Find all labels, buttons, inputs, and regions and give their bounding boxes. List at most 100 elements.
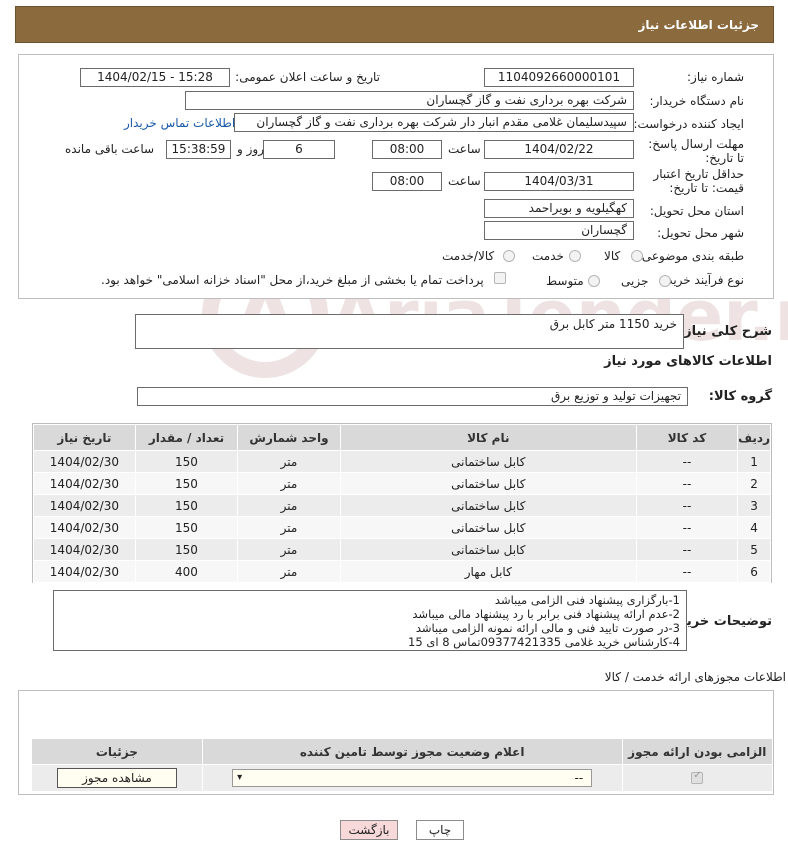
col-name: نام کالا [339, 424, 637, 451]
price-time-field: 08:00 [372, 172, 442, 191]
process-option-minor: جزیی [621, 274, 649, 288]
deadline-label: مهلت ارسال پاسخ: تا تاریخ: [648, 137, 744, 165]
table-row: 4 -- کابل ساختمانی متر 150 1404/02/30 [33, 516, 771, 539]
required-cell: ✓ [621, 764, 774, 792]
category-option-service: خدمت [532, 249, 564, 263]
cell-name: کابل ساختمانی [339, 494, 637, 517]
cell-date: 1404/02/30 [33, 560, 136, 583]
buyer-contact-link[interactable]: اطلاعات تماس خریدار [124, 116, 235, 130]
goods-group-field: تجهیزات تولید و توزیع برق [137, 387, 688, 406]
table-row: 3 -- کابل ساختمانی متر 150 1404/02/30 [33, 494, 771, 517]
category-radio-goods-service[interactable] [503, 250, 515, 262]
cell-qty: 150 [134, 450, 239, 473]
category-option-goods: کالا [604, 249, 621, 263]
goods-section-title: اطلاعات کالاهای مورد نیاز [604, 354, 772, 369]
need-number-field: 1104092660000101 [484, 68, 634, 87]
notes-field: 1-بارگزاری پیشنهاد فنی الزامی میباشد 2-ع… [53, 590, 687, 651]
cell-row: 1 [737, 450, 771, 473]
province-label: استان محل تحویل: [649, 204, 744, 218]
col-required: الزامی بودن ارائه مجوز [621, 738, 774, 765]
permit-status-value: -- [574, 771, 584, 785]
need-number-label: شماره نیاز: [687, 70, 744, 84]
process-label: نوع فرآیند خرید : [659, 273, 744, 287]
creator-field: سپیدسلیمان غلامی مقدم انبار دار شرکت بهر… [234, 113, 634, 132]
permits-table-header: الزامی بودن ارائه مجوز اعلام وضعیت مجوز … [31, 738, 774, 765]
cell-name: کابل مهار [339, 560, 637, 583]
treasury-checkbox[interactable] [494, 272, 506, 284]
table-row: 1 -- کابل ساختمانی متر 150 1404/02/30 [33, 450, 771, 473]
cell-code: -- [635, 472, 739, 495]
table-row: 6 -- کابل مهار متر 400 1404/02/30 [33, 560, 771, 583]
table-row: ✓ -- ▾ مشاهده مجوز [31, 764, 774, 792]
deadline-date-field: 1404/02/22 [484, 140, 634, 159]
category-option-goods-service: کالا/خدمت [442, 249, 495, 263]
print-button[interactable]: چاپ [416, 820, 464, 840]
cell-row: 6 [737, 560, 771, 583]
category-label: طبقه بندی موضوعی: [637, 249, 744, 263]
checkmark-icon: ✓ [693, 770, 702, 781]
cell-date: 1404/02/30 [33, 494, 136, 517]
permits-table: الزامی بودن ارائه مجوز اعلام وضعیت مجوز … [31, 738, 774, 792]
category-radio-service[interactable] [569, 250, 581, 262]
creator-label: ایجاد کننده درخواست: [633, 117, 744, 131]
city-label: شهر محل تحویل: [657, 226, 744, 240]
announce-label: تاریخ و ساعت اعلان عمومی: [235, 70, 380, 84]
cell-date: 1404/02/30 [33, 450, 136, 473]
page-header: جزئیات اطلاعات نیاز [15, 6, 774, 43]
details-cell: مشاهده مجوز [31, 764, 203, 792]
cell-unit: متر [237, 516, 341, 539]
col-status: اعلام وضعیت مجوز توسط تامین کننده [201, 738, 623, 765]
deadline-time-label: ساعت [448, 142, 481, 156]
category-radio-goods[interactable] [631, 250, 643, 262]
city-field: گچساران [484, 221, 634, 240]
cell-name: کابل ساختمانی [339, 472, 637, 495]
cell-unit: متر [237, 450, 341, 473]
goods-table: ردیف کد کالا نام کالا واحد شمارش تعداد /… [33, 424, 771, 583]
cell-date: 1404/02/30 [33, 472, 136, 495]
cell-qty: 150 [134, 538, 239, 561]
table-row: 5 -- کابل ساختمانی متر 150 1404/02/30 [33, 538, 771, 561]
process-radio-minor[interactable] [659, 275, 671, 287]
remaining-label: ساعت باقی مانده [65, 142, 155, 156]
cell-code: -- [635, 516, 739, 539]
cell-date: 1404/02/30 [33, 516, 136, 539]
cell-qty: 150 [134, 494, 239, 517]
cell-qty: 150 [134, 472, 239, 495]
process-radio-medium[interactable] [588, 275, 600, 287]
col-row: ردیف [737, 424, 771, 451]
cell-code: -- [635, 560, 739, 583]
goods-group-label: گروه کالا: [708, 389, 772, 404]
goods-table-wrap: ردیف کد کالا نام کالا واحد شمارش تعداد /… [32, 423, 772, 583]
cell-qty: 150 [134, 516, 239, 539]
cell-name: کابل ساختمانی [339, 538, 637, 561]
cell-row: 2 [737, 472, 771, 495]
view-permit-button[interactable]: مشاهده مجوز [56, 768, 177, 788]
days-label: روز و [237, 142, 264, 156]
price-validity-label: حداقل تاریخ اعتبار قیمت: تا تاریخ: [653, 167, 744, 195]
summary-field: خرید 1150 متر کابل برق [135, 314, 684, 349]
col-qty: تعداد / مقدار [134, 424, 239, 451]
process-option-medium: متوسط [546, 274, 584, 288]
note-line: 4-کارشناس خرید غلامی 09377421335تماس 8 ا… [408, 635, 680, 649]
note-line: 2-عدم ارائه پیشنهاد فنی برابر با رد پیشن… [412, 607, 680, 621]
payment-note: پرداخت تمام یا بخشی از مبلغ خرید،از محل … [101, 273, 484, 287]
cell-row: 4 [737, 516, 771, 539]
cell-name: کابل ساختمانی [339, 516, 637, 539]
back-button[interactable]: بازگشت [340, 820, 398, 840]
price-date-field: 1404/03/31 [484, 172, 634, 191]
cell-code: -- [635, 494, 739, 517]
note-line: 3-در صورت تایید فنی و مالی ارائه نمونه ا… [415, 621, 680, 635]
permits-section-title: اطلاعات مجوزهای ارائه خدمت / کالا [604, 670, 786, 684]
permit-status-select[interactable]: -- ▾ [232, 769, 593, 787]
cell-unit: متر [237, 472, 341, 495]
buyer-org-field: شرکت بهره برداری نفت و گاز گچساران [185, 91, 634, 110]
cell-date: 1404/02/30 [33, 538, 136, 561]
col-details: جزئیات [31, 738, 203, 765]
remaining-time-field: 15:38:59 [166, 140, 231, 159]
goods-table-header: ردیف کد کالا نام کالا واحد شمارش تعداد /… [33, 424, 771, 451]
cell-name: کابل ساختمانی [339, 450, 637, 473]
status-cell: -- ▾ [201, 764, 623, 792]
cell-code: -- [635, 450, 739, 473]
cell-unit: متر [237, 538, 341, 561]
cell-unit: متر [237, 560, 341, 583]
